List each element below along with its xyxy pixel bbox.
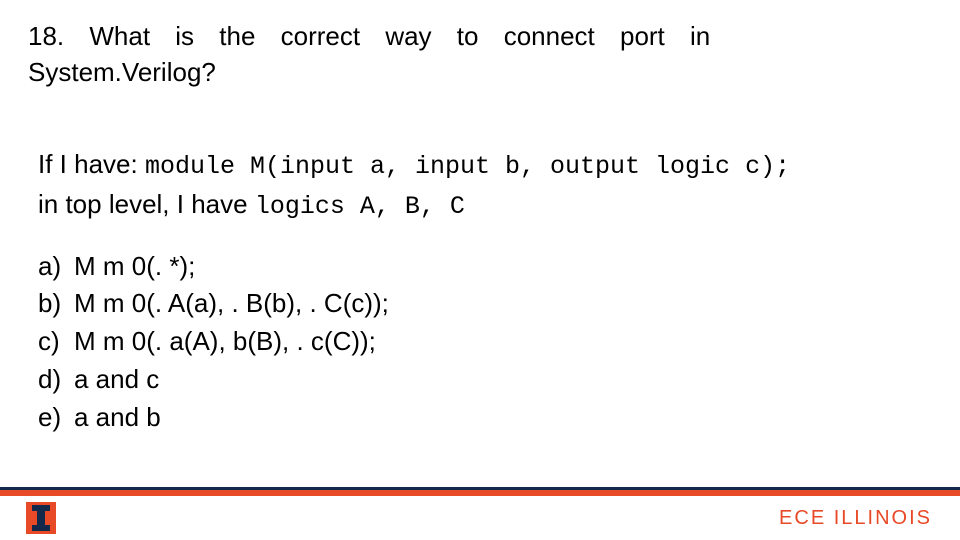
ece-light: ILLINOIS — [834, 507, 932, 529]
option-d: d) a and c — [38, 361, 932, 399]
option-a: a) M m 0(. *); — [38, 248, 932, 286]
question-line-2: System.Verilog? — [28, 54, 898, 90]
option-c-label: c) — [38, 323, 74, 361]
slide-content: 18. What is the correct way to connect p… — [0, 0, 960, 436]
option-b-text: M m 0(. A(a), . B(b), . C(c)); — [74, 285, 389, 323]
illinois-block-i-icon — [26, 502, 56, 534]
context-line-2-code: logics A, B, C — [255, 192, 465, 221]
option-b-label: b) — [38, 285, 74, 323]
footer-bar: ECE ILLINOIS — [0, 496, 960, 540]
option-a-label: a) — [38, 248, 74, 286]
ece-illinois-label: ECE ILLINOIS — [779, 507, 932, 530]
option-b: b) M m 0(. A(a), . B(b), . C(c)); — [38, 285, 932, 323]
context-line-1: If I have: module M(input a, input b, ou… — [38, 145, 932, 186]
option-d-label: d) — [38, 361, 74, 399]
option-a-text: M m 0(. *); — [74, 248, 195, 286]
answer-options: a) M m 0(. *); b) M m 0(. A(a), . B(b), … — [38, 248, 932, 436]
context-line-2-pre: in top level, I have — [38, 189, 255, 219]
ece-bold: ECE — [779, 507, 834, 529]
question-text: 18. What is the correct way to connect p… — [28, 18, 898, 91]
context-module-code: module M(input a, input b, output logic … — [145, 152, 790, 181]
context-lead: If I have: — [38, 149, 138, 179]
question-line-1: 18. What is the correct way to connect p… — [28, 18, 898, 54]
option-e-text: a and b — [74, 399, 161, 437]
context-line-2: in top level, I have logics A, B, C — [38, 185, 932, 226]
option-c-text: M m 0(. a(A), b(B), . c(C)); — [74, 323, 376, 361]
option-e: e) a and b — [38, 399, 932, 437]
option-e-label: e) — [38, 399, 74, 437]
question-context: If I have: module M(input a, input b, ou… — [38, 145, 932, 226]
option-c: c) M m 0(. a(A), b(B), . c(C)); — [38, 323, 932, 361]
option-d-text: a and c — [74, 361, 159, 399]
slide: 18. What is the correct way to connect p… — [0, 0, 960, 540]
